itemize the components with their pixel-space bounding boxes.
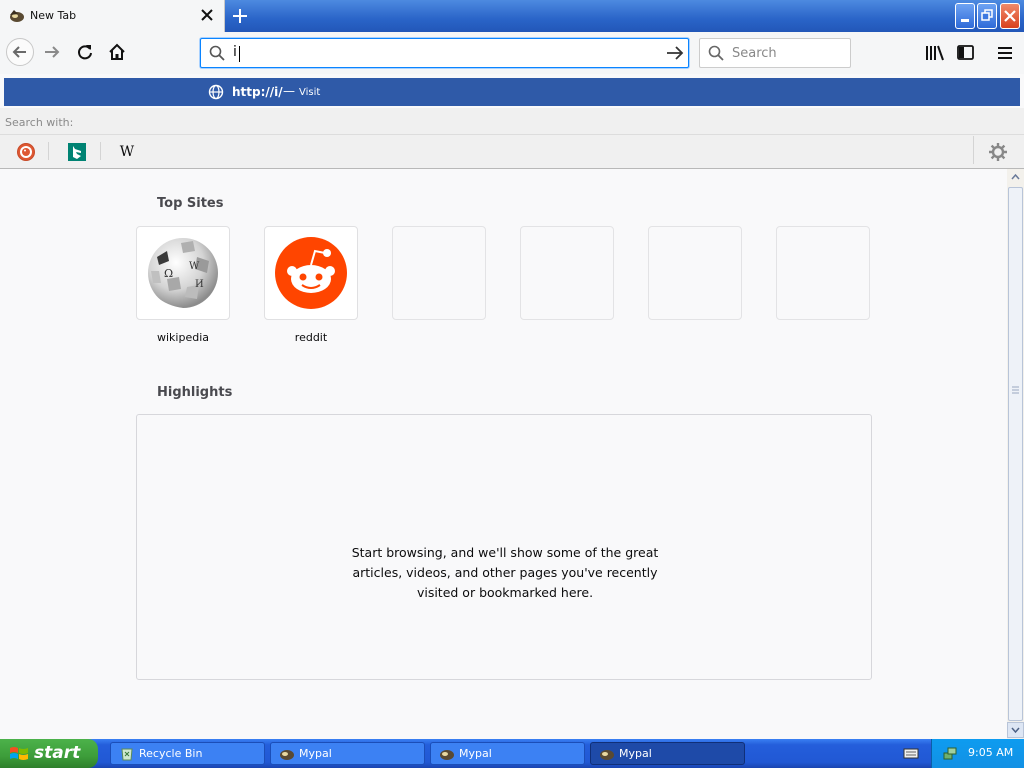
sidebar-icon[interactable] bbox=[956, 44, 976, 62]
top-site-label: wikipedia bbox=[156, 331, 209, 344]
tab-new-tab[interactable]: New Tab bbox=[0, 0, 225, 32]
close-tab-icon[interactable] bbox=[199, 7, 215, 23]
start-label: start bbox=[34, 743, 81, 763]
chevron-down-icon bbox=[1011, 727, 1020, 734]
tab-strip: New Tab bbox=[0, 0, 1024, 32]
svg-text:W: W bbox=[189, 261, 200, 272]
windows-logo-icon bbox=[10, 747, 28, 760]
gear-icon[interactable] bbox=[988, 142, 1008, 162]
home-icon bbox=[109, 43, 125, 60]
top-site-wikipedia[interactable]: Ω W И bbox=[136, 226, 230, 320]
url-suggestion-row[interactable]: http://i/ — Visit bbox=[4, 78, 1020, 106]
mypal-icon bbox=[280, 750, 294, 760]
restore-icon bbox=[981, 9, 993, 21]
library-icon[interactable] bbox=[924, 44, 946, 62]
minimize-button[interactable] bbox=[955, 3, 975, 29]
new-tab-page: Top Sites Ω W И wikipedia reddit Highlig… bbox=[0, 169, 1007, 739]
top-site-empty bbox=[520, 226, 614, 320]
divider bbox=[100, 142, 101, 160]
highlights-heading: Highlights bbox=[157, 385, 233, 400]
top-site-empty bbox=[392, 226, 486, 320]
task-label: Mypal bbox=[619, 747, 652, 760]
svg-text:И: И bbox=[195, 279, 204, 290]
hamburger-menu-icon[interactable] bbox=[996, 44, 1014, 62]
wikipedia-globe-icon: Ω W И bbox=[148, 238, 218, 310]
text-caret bbox=[239, 46, 240, 62]
suggestion-action: Visit bbox=[299, 87, 321, 98]
close-window-button[interactable] bbox=[1000, 3, 1020, 29]
reload-icon bbox=[78, 45, 92, 60]
suggestion-url: http://i/ bbox=[232, 85, 283, 99]
reload-button[interactable] bbox=[71, 38, 99, 66]
recycle-bin-icon bbox=[121, 748, 133, 761]
divider bbox=[0, 134, 1024, 135]
start-button[interactable]: start bbox=[0, 739, 98, 768]
tab-title: New Tab bbox=[30, 9, 77, 22]
task-mypal-active[interactable]: Mypal bbox=[590, 742, 745, 765]
home-button[interactable] bbox=[103, 38, 131, 66]
keyboard-icon[interactable] bbox=[903, 746, 919, 760]
divider bbox=[973, 136, 974, 164]
task-recycle-bin[interactable]: Recycle Bin bbox=[110, 742, 265, 765]
search-bar[interactable]: Search bbox=[699, 38, 851, 68]
clock: 9:05 AM bbox=[968, 746, 1014, 759]
reddit-icon bbox=[275, 237, 347, 309]
back-arrow-icon bbox=[12, 46, 26, 58]
new-tab-button[interactable] bbox=[228, 4, 252, 28]
scroll-down-button[interactable] bbox=[1007, 722, 1024, 738]
highlights-panel: Start browsing, and we'll show some of t… bbox=[136, 414, 872, 680]
globe-icon bbox=[208, 84, 224, 100]
mypal-icon bbox=[600, 750, 614, 760]
wikipedia-icon[interactable]: W bbox=[117, 142, 137, 162]
task-label: Recycle Bin bbox=[139, 747, 203, 760]
restore-button[interactable] bbox=[977, 3, 997, 29]
forward-arrow-icon bbox=[45, 46, 60, 58]
top-site-label: reddit bbox=[294, 331, 328, 344]
forward-button[interactable] bbox=[39, 38, 67, 66]
task-label: Mypal bbox=[459, 747, 492, 760]
task-mypal[interactable]: Mypal bbox=[430, 742, 585, 765]
task-mypal[interactable]: Mypal bbox=[270, 742, 425, 765]
divider bbox=[48, 142, 49, 160]
task-label: Mypal bbox=[299, 747, 332, 760]
search-with-label: Search with: bbox=[5, 116, 74, 129]
search-icon bbox=[708, 45, 724, 61]
search-icon bbox=[209, 45, 225, 61]
close-icon bbox=[1004, 10, 1016, 22]
taskbar: start Recycle Bin Mypal Mypal Mypal 9:05… bbox=[0, 739, 1024, 768]
top-site-empty bbox=[648, 226, 742, 320]
back-button[interactable] bbox=[6, 38, 34, 66]
vertical-scrollbar[interactable] bbox=[1007, 169, 1024, 739]
highlights-empty-message: Start browsing, and we'll show some of t… bbox=[351, 545, 659, 600]
scroll-up-button[interactable] bbox=[1007, 169, 1024, 185]
search-placeholder: Search bbox=[732, 46, 777, 61]
plus-icon bbox=[233, 9, 247, 23]
bing-icon[interactable] bbox=[67, 142, 87, 162]
chevron-up-icon bbox=[1011, 173, 1020, 180]
mypal-icon bbox=[440, 750, 454, 760]
top-site-reddit[interactable] bbox=[264, 226, 358, 320]
top-site-empty bbox=[776, 226, 870, 320]
address-bar[interactable]: i bbox=[200, 38, 689, 68]
minimize-icon bbox=[961, 19, 969, 22]
suggestion-separator: — bbox=[283, 84, 295, 98]
duckduckgo-icon[interactable] bbox=[16, 142, 36, 162]
one-off-search-panel: Search with: W bbox=[0, 108, 1024, 169]
network-icon[interactable] bbox=[942, 745, 958, 761]
address-input-text[interactable]: i bbox=[233, 44, 237, 60]
svg-text:Ω: Ω bbox=[164, 267, 173, 280]
scroll-thumb[interactable] bbox=[1008, 187, 1023, 721]
go-arrow-icon[interactable] bbox=[666, 45, 684, 61]
grip-icon bbox=[1012, 386, 1019, 394]
top-sites-heading: Top Sites bbox=[157, 196, 224, 211]
mypal-favicon-icon bbox=[10, 10, 24, 22]
